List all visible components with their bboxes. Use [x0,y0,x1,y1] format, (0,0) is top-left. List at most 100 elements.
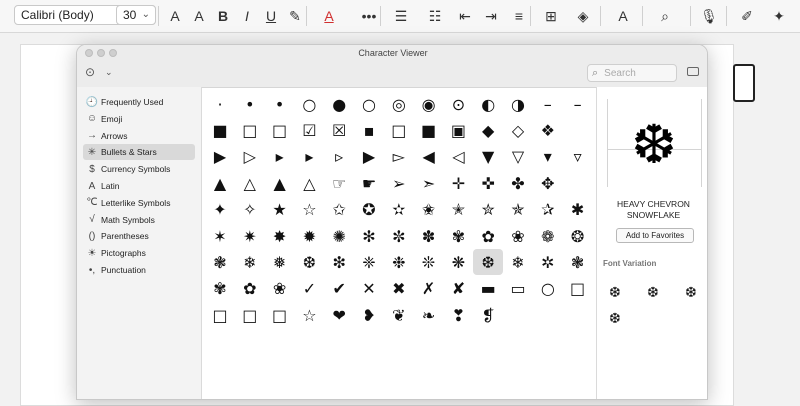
character-cell[interactable]: • [235,91,265,117]
character-cell[interactable]: ✺ [324,223,354,249]
borders-icon[interactable]: ⊞ [542,6,560,26]
character-cell[interactable]: ❈ [354,249,384,275]
more-icon[interactable]: ••• [360,6,378,26]
character-cell[interactable]: ✛ [443,170,473,196]
font-variation-glyph[interactable]: ❆ [605,309,625,329]
character-cell[interactable]: ▲ [265,170,295,196]
character-cell[interactable]: ✘ [443,276,473,302]
character-cell[interactable]: ✓ [294,276,324,302]
character-cell[interactable]: ■ [414,117,444,143]
character-cell[interactable]: ▶ [354,144,384,170]
sidebar-item[interactable]: () Parentheses [83,228,195,244]
character-cell[interactable]: ✗ [414,276,444,302]
character-cell[interactable]: ☆ [294,302,324,328]
sidebar-item[interactable]: 🕘 Frequently Used [83,94,195,110]
character-cell[interactable]: ◁ [443,144,473,170]
character-cell[interactable]: ⊙ [443,91,473,117]
sidebar-item[interactable]: •, Punctuation [83,262,195,278]
increase-font-size-icon[interactable]: A [166,6,184,26]
dictate-icon[interactable]: 🎙 [700,6,718,26]
character-cell[interactable]: ○ [533,276,563,302]
character-cell[interactable]: ✲ [533,249,563,275]
character-cell[interactable]: ◐ [473,91,503,117]
character-cell[interactable]: □ [235,302,265,328]
bold-button[interactable]: B [214,6,232,26]
character-cell[interactable]: ☒ [324,117,354,143]
character-cell[interactable]: ❀ [503,223,533,249]
character-cell[interactable]: ◑ [503,91,533,117]
character-cell[interactable]: ✿ [473,223,503,249]
character-cell[interactable]: ✪ [354,197,384,223]
character-cell[interactable]: ● [324,91,354,117]
character-cell[interactable]: ❣ [443,302,473,328]
character-cell[interactable]: ✔ [324,276,354,302]
character-cell[interactable]: ✮ [473,197,503,223]
character-cell[interactable]: □ [265,117,295,143]
character-cell[interactable]: ✱ [563,197,593,223]
character-cell[interactable]: ✹ [294,223,324,249]
character-cell[interactable]: ❊ [414,249,444,275]
character-cell[interactable]: ✶ [205,223,235,249]
character-cell[interactable]: ✭ [443,197,473,223]
character-cell[interactable]: ✻ [354,223,384,249]
character-cell[interactable]: ❇ [324,249,354,275]
character-cell[interactable]: ❦ [384,302,414,328]
character-cell[interactable]: ☑ [294,117,324,143]
sidebar-item[interactable]: → Arrows [83,128,195,144]
character-cell[interactable]: ✕ [354,276,384,302]
character-cell[interactable]: □ [563,276,593,302]
character-cell[interactable]: ▸ [265,144,295,170]
character-cell[interactable]: ◆ [473,117,503,143]
shading-icon[interactable]: ◈ [574,6,592,26]
character-cell[interactable]: ☆ [294,197,324,223]
character-cell[interactable]: ▼ [473,144,503,170]
sidebar-item[interactable]: ☀ Pictographs [83,245,195,261]
character-cell[interactable]: ✥ [533,170,563,196]
character-cell[interactable]: ✸ [265,223,295,249]
character-cell[interactable]: ■ [205,117,235,143]
character-cell[interactable]: ➢ [384,170,414,196]
character-cell[interactable]: ✼ [384,223,414,249]
designer-icon[interactable]: ✦ [770,6,788,26]
character-cell[interactable]: ▸ [294,144,324,170]
character-cell[interactable]: – [533,91,563,117]
minimize-window-button[interactable] [97,49,105,57]
sidebar-item[interactable]: A Latin [83,178,195,194]
character-cell[interactable]: ✦ [205,197,235,223]
decrease-font-size-icon[interactable]: A [190,6,208,26]
find-icon[interactable]: ⌕ [656,6,674,26]
character-cell[interactable]: □ [205,302,235,328]
ellipsis-circle-icon[interactable]: ⊙ [85,65,95,79]
character-cell[interactable]: ✫ [384,197,414,223]
bullets-icon[interactable]: ☰ [392,6,410,26]
character-cell[interactable]: ❆ [294,249,324,275]
character-cell[interactable]: ▹ [324,144,354,170]
character-cell[interactable]: ▾ [533,144,563,170]
character-cell[interactable]: ☞ [324,170,354,196]
highlight-color-icon[interactable]: ✎ [286,6,304,26]
character-cell[interactable]: ❖ [533,117,563,143]
font-size-select[interactable]: 30 ⌄ [116,5,156,25]
character-cell[interactable]: ○ [294,91,324,117]
character-cell[interactable]: ◉ [414,91,444,117]
search-field[interactable]: ⌕ Search [587,64,677,82]
chevron-down-icon[interactable]: ⌄ [105,67,113,78]
font-variation-glyph[interactable]: ❆ [643,283,663,303]
character-cell[interactable]: – [563,91,593,117]
character-cell[interactable]: ▻ [384,144,414,170]
character-cell[interactable]: □ [235,117,265,143]
character-cell[interactable]: ❡ [473,302,503,328]
character-cell[interactable]: □ [384,117,414,143]
numbering-icon[interactable]: ☷ [426,6,444,26]
decrease-indent-icon[interactable]: ⇤ [456,6,474,26]
character-cell[interactable]: ✤ [503,170,533,196]
character-cell[interactable]: ✩ [324,197,354,223]
character-cell[interactable]: ▽ [503,144,533,170]
character-cell[interactable]: ○ [354,91,384,117]
character-cell[interactable]: · [205,91,235,117]
character-cell[interactable]: □ [265,302,295,328]
character-cell[interactable]: ❆ [473,249,504,276]
sidebar-item[interactable]: √ Math Symbols [83,212,195,228]
font-variation-glyph[interactable]: ❆ [605,283,625,303]
character-cell[interactable]: ✯ [503,197,533,223]
